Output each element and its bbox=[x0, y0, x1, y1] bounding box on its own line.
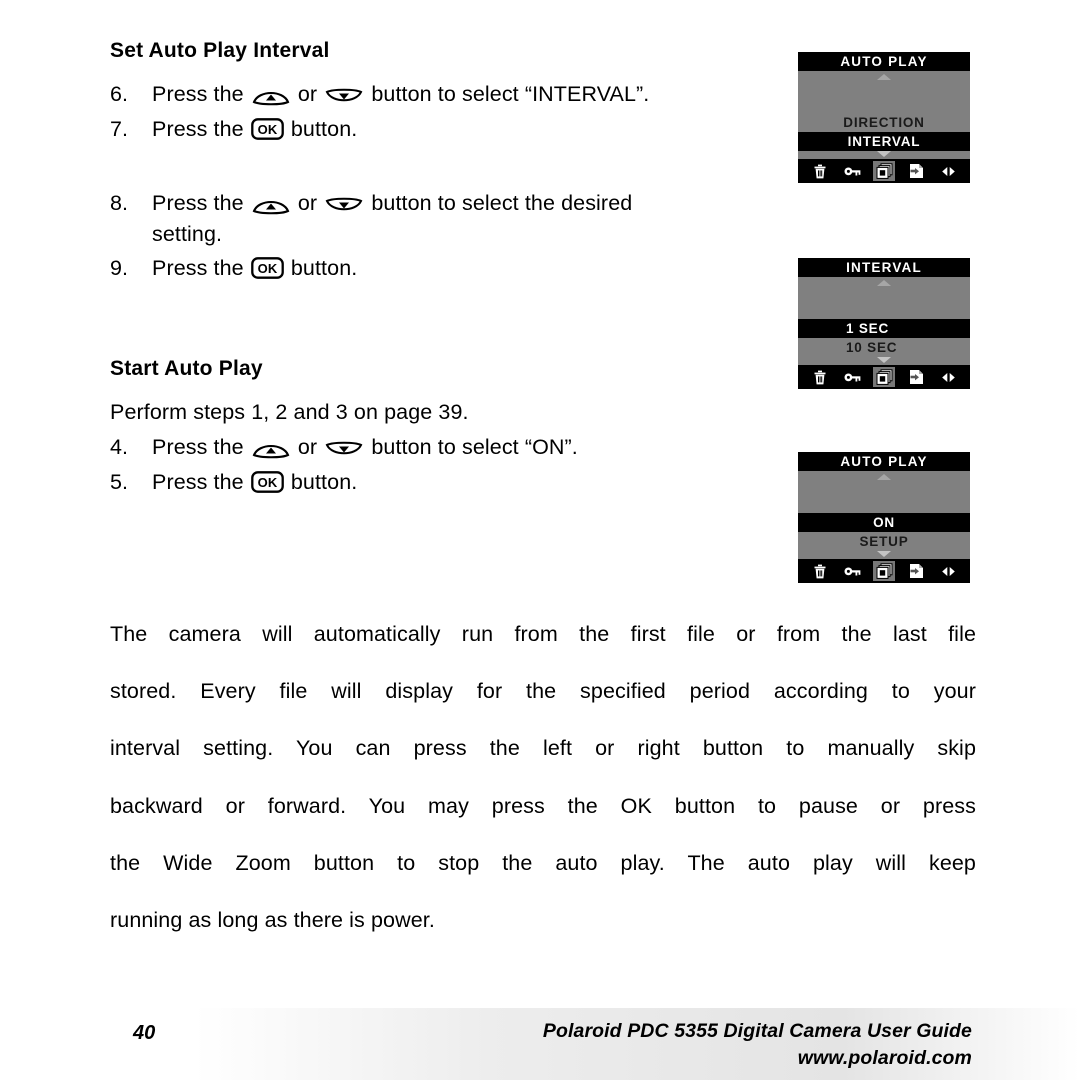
trash-icon[interactable] bbox=[809, 161, 831, 181]
lcd-menu-item-interval[interactable]: INTERVAL bbox=[798, 132, 970, 151]
footer-branding: Polaroid PDC 5355 Digital Camera User Gu… bbox=[543, 1018, 972, 1072]
step-text-pre: Press the bbox=[152, 435, 250, 460]
ok-button-icon: OK bbox=[250, 257, 284, 280]
transfer-icon[interactable] bbox=[905, 161, 927, 181]
key-icon[interactable] bbox=[841, 561, 863, 581]
left-right-icon[interactable] bbox=[937, 367, 959, 387]
step-text-pre: Press the bbox=[152, 116, 250, 141]
up-rocker-button-icon bbox=[252, 440, 290, 459]
left-right-icon[interactable] bbox=[937, 161, 959, 181]
paragraph-line: the Wide Zoom button to stop the auto pl… bbox=[110, 850, 976, 875]
step-text-post: button to select “INTERVAL”. bbox=[365, 82, 650, 107]
left-right-icon[interactable] bbox=[937, 561, 959, 581]
ok-button-icon: OK bbox=[250, 117, 284, 140]
step-text-post: button to select “ON”. bbox=[365, 435, 578, 460]
step-text: Press the OK button. bbox=[152, 253, 812, 284]
page-number: 40 bbox=[133, 1022, 156, 1044]
svg-text:OK: OK bbox=[257, 261, 277, 276]
ok-button-icon: OK bbox=[250, 471, 284, 493]
down-rocker-button-icon bbox=[325, 440, 363, 459]
up-rocker-button-icon bbox=[252, 87, 290, 106]
step-number: 8. bbox=[110, 191, 129, 216]
lcd-icon-bar bbox=[798, 159, 970, 183]
lcd-title: AUTO PLAY bbox=[798, 52, 970, 71]
key-icon[interactable] bbox=[841, 367, 863, 387]
down-rocker-button-icon bbox=[325, 87, 363, 106]
footer-website-url: www.polaroid.com bbox=[797, 1047, 972, 1069]
key-icon[interactable] bbox=[841, 161, 863, 181]
lcd-screen-interval-values: INTERVAL 1 SEC 10 SEC bbox=[796, 256, 972, 391]
scroll-up-arrow-icon bbox=[877, 74, 891, 80]
document-page: Set Auto Play Interval 6. Press the or b… bbox=[0, 0, 1080, 1080]
step-number: 5. bbox=[110, 469, 129, 494]
paragraph-line: interval setting. You can press the left… bbox=[110, 736, 976, 761]
lcd-title: AUTO PLAY bbox=[798, 452, 970, 471]
scroll-down-arrow-icon bbox=[877, 151, 891, 157]
step-text: Press the or button to select “INTERVAL”… bbox=[152, 79, 812, 110]
step-text: Press the or button to select “ON”. bbox=[152, 432, 812, 463]
step-number: 6. bbox=[110, 82, 129, 107]
lcd-menu-body: 1 SEC 10 SEC bbox=[798, 277, 970, 365]
step-number: 4. bbox=[110, 435, 129, 460]
step-text-post: button. bbox=[284, 256, 358, 281]
step-text: Press the OK button. bbox=[152, 467, 812, 498]
step-text-post: button. bbox=[284, 116, 358, 141]
step-number: 7. bbox=[110, 116, 129, 141]
scroll-down-arrow-icon bbox=[877, 357, 891, 363]
lcd-menu-body: DIRECTION INTERVAL bbox=[798, 71, 970, 159]
svg-text:OK: OK bbox=[257, 122, 277, 137]
lcd-title: INTERVAL bbox=[798, 258, 970, 277]
step-text-mid: or bbox=[291, 82, 324, 107]
step-8: 8. Press the or button to select the des… bbox=[110, 188, 990, 249]
section-intro-text: Perform steps 1, 2 and 3 on page 39. bbox=[110, 399, 469, 424]
lcd-menu-body: ON SETUP bbox=[798, 471, 970, 559]
step-text-pre: Press the bbox=[152, 256, 250, 281]
slideshow-icon[interactable] bbox=[873, 367, 895, 387]
paragraph-line: The camera will automatically run from t… bbox=[110, 622, 976, 646]
slideshow-icon[interactable] bbox=[873, 161, 895, 181]
transfer-icon[interactable] bbox=[905, 561, 927, 581]
step-text-mid: or bbox=[291, 191, 324, 216]
step-text-pre: Press the bbox=[152, 191, 250, 216]
paragraph-line: running as long as there is power. bbox=[110, 907, 435, 932]
slideshow-icon[interactable] bbox=[873, 561, 895, 581]
lcd-screen-auto-play-interval: AUTO PLAY DIRECTION INTERVAL bbox=[796, 50, 972, 185]
step-text-post: button. bbox=[284, 469, 358, 494]
scroll-up-arrow-icon bbox=[877, 280, 891, 286]
step-text-pre: Press the bbox=[152, 469, 250, 494]
step-text-mid: or bbox=[291, 435, 324, 460]
trash-icon[interactable] bbox=[809, 367, 831, 387]
step-number: 9. bbox=[110, 256, 129, 281]
step-text: Press the or button to select the desire… bbox=[152, 188, 812, 249]
lcd-screen-auto-play-on: AUTO PLAY ON SETUP bbox=[796, 450, 972, 585]
step-text: Press the OK button. bbox=[152, 114, 812, 145]
step-text-post: button to select the desired bbox=[365, 191, 633, 216]
lcd-menu-item-10-sec[interactable]: 10 SEC bbox=[798, 338, 970, 357]
paragraph-line: backward or forward. You may press the O… bbox=[110, 793, 976, 818]
paragraph-line: stored. Every file will display for the … bbox=[110, 679, 976, 704]
svg-text:OK: OK bbox=[257, 475, 277, 490]
trash-icon[interactable] bbox=[809, 561, 831, 581]
lcd-menu-item-direction[interactable]: DIRECTION bbox=[798, 113, 970, 132]
transfer-icon[interactable] bbox=[905, 367, 927, 387]
lcd-menu-item-on[interactable]: ON bbox=[798, 513, 970, 532]
lcd-icon-bar bbox=[798, 365, 970, 389]
down-rocker-button-icon bbox=[325, 196, 363, 215]
footer-guide-title: Polaroid PDC 5355 Digital Camera User Gu… bbox=[542, 1020, 972, 1042]
page-footer: 40 Polaroid PDC 5355 Digital Camera User… bbox=[0, 1008, 1080, 1080]
scroll-down-arrow-icon bbox=[877, 551, 891, 557]
lcd-menu-item-1-sec[interactable]: 1 SEC bbox=[798, 319, 970, 338]
up-rocker-button-icon bbox=[252, 196, 290, 215]
step-text-continuation: setting. bbox=[152, 221, 223, 246]
description-paragraph: The camera will automatically run from t… bbox=[110, 620, 976, 935]
scroll-up-arrow-icon bbox=[877, 474, 891, 480]
step-text-pre: Press the bbox=[152, 82, 250, 107]
lcd-menu-item-setup[interactable]: SETUP bbox=[798, 532, 970, 551]
lcd-icon-bar bbox=[798, 559, 970, 583]
